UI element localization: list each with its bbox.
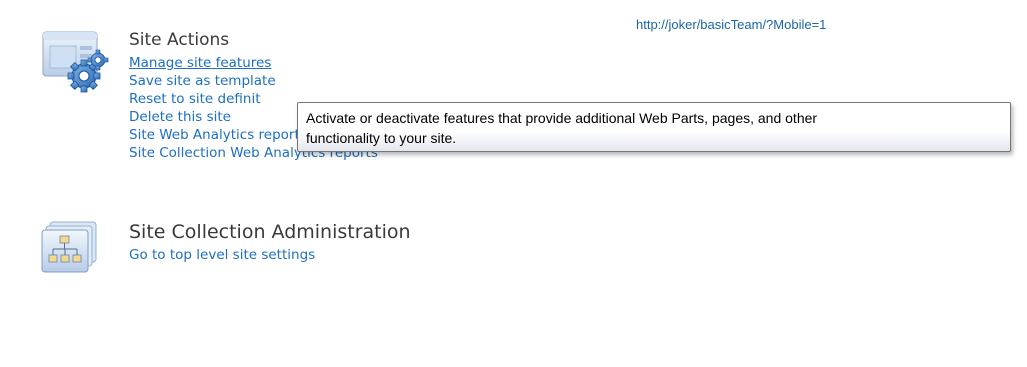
site-settings-page: http://joker/basicTeam/?Mobile=1 Site Ac… <box>0 0 1027 367</box>
site-collection-admin-link-list: Go to top level site settings <box>129 246 629 264</box>
save-site-as-template-link[interactable]: Save site as template <box>129 72 629 90</box>
mobile-url-text: http://joker/basicTeam/?Mobile=1 <box>636 17 827 32</box>
site-collection-admin-title: Site Collection Administration <box>129 221 411 243</box>
site-collection-hierarchy-icon <box>40 220 106 284</box>
site-actions-title: Site Actions <box>129 30 230 50</box>
feature-tooltip: Activate or deactivate features that pro… <box>297 102 1011 152</box>
manage-site-features-link[interactable]: Manage site features <box>129 54 629 72</box>
site-actions-gear-window-icon <box>40 30 114 104</box>
site-collection-admin-body: Site Collection Administration Go to top… <box>129 220 629 264</box>
go-to-top-level-site-settings-link[interactable]: Go to top level site settings <box>129 246 629 264</box>
tooltip-line-1: Activate or deactivate features that pro… <box>306 110 818 126</box>
tooltip-line-2: functionality to your site. <box>306 130 457 146</box>
